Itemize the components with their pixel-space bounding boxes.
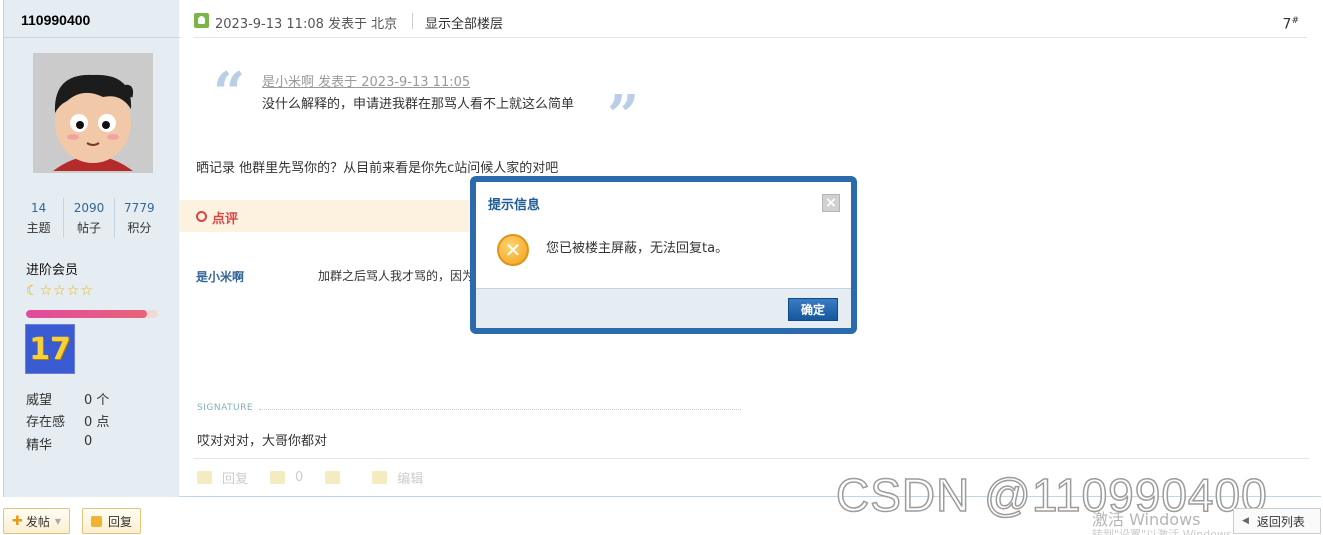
author-sidebar: 110990400 14 主题 2090 帖子 7779 积分 进阶会员 ☾ ☆… [3, 0, 180, 497]
close-button[interactable]: × [822, 194, 840, 212]
author-name[interactable]: 110990400 [21, 12, 90, 28]
reply-label: 回复 [222, 472, 249, 487]
author-stats: 14 主题 2090 帖子 7779 积分 [14, 198, 164, 238]
profile-value: 0 点 [84, 415, 110, 430]
profile-label: 精华 [26, 438, 53, 453]
dialog-title: 提示信息 [488, 198, 541, 213]
like-action[interactable]: 0 [270, 470, 303, 485]
avatar-image [33, 53, 153, 173]
rate-bar: 点评 [179, 200, 479, 232]
star-icon: ☆ [80, 283, 93, 299]
plus-icon: ✚ [12, 513, 23, 529]
like-count: 0 [295, 470, 304, 485]
stat-topics[interactable]: 14 主题 [14, 198, 65, 238]
new-post-button[interactable]: ✚ 发帖 ▼ [3, 508, 71, 534]
dialog-body: 提示信息 × ✕ 您已被楼主屏蔽，无法回复ta。 确定 [476, 182, 851, 328]
edit-label: 编辑 [397, 472, 424, 487]
user-level[interactable]: 进阶会员 [26, 259, 78, 278]
star-icon: ☆ [39, 283, 53, 299]
divider [193, 458, 1309, 459]
profile-presence: 存在感 0 点 [26, 411, 109, 430]
level-progress-fill [26, 310, 148, 318]
pencil-icon [372, 471, 388, 484]
show-all-floors-link[interactable]: 显示全部楼层 [425, 13, 503, 32]
edit-action[interactable]: 编辑 [372, 468, 423, 487]
medal-badge[interactable]: 17 [25, 324, 75, 374]
back-to-list-button[interactable]: ◀ 返回列表 [1233, 508, 1321, 534]
profile-value: 0 [84, 434, 93, 449]
dialog-footer: 确定 [476, 288, 851, 328]
stat-points[interactable]: 7779 积分 [115, 198, 164, 238]
signature-text: 哎对对对，大哥你都对 [197, 434, 328, 449]
post-body: 晒记录 他群里先骂你的？从目前来看是你先c站问候人家的对吧 [196, 161, 559, 176]
reply-action[interactable]: 回复 [197, 468, 248, 487]
stat-label: 积分 [127, 221, 152, 235]
dialog-message: 您已被楼主屏蔽，无法回复ta。 [546, 241, 729, 256]
watermark: CSDN @110990400 [835, 468, 1268, 522]
moon-icon: ☾ [26, 283, 39, 299]
thumbs-down-icon [325, 471, 341, 484]
star-icon: ☆ [53, 283, 66, 299]
error-icon: ✕ [497, 234, 529, 266]
profile-prestige: 威望 0 个 [26, 389, 109, 408]
new-post-label: 发帖 [25, 514, 50, 529]
signature-divider [259, 409, 741, 410]
avatar[interactable] [33, 53, 153, 173]
divider [412, 13, 413, 29]
post-meta: 2023-9-13 11:08 发表于 北京 [215, 17, 398, 32]
dislike-action[interactable] [325, 471, 350, 484]
rate-label: 点评 [212, 212, 239, 227]
stat-value: 2090 [73, 201, 105, 215]
activate-windows-subtext: 转到"设置"以激活 Windows。 [1092, 528, 1243, 535]
quote-text: 没什么解释的，申请进我群在那骂人看不上就这么简单 [262, 97, 575, 112]
back-list-label: 返回列表 [1256, 514, 1305, 529]
reply-icon [197, 471, 212, 484]
quote-author[interactable]: 是小米啊 发表于 2023-9-13 11:05 [262, 71, 470, 90]
stat-label: 帖子 [76, 221, 101, 235]
alert-dialog: 提示信息 × ✕ 您已被楼主屏蔽，无法回复ta。 确定 [470, 176, 857, 334]
stat-value: 14 [31, 201, 47, 215]
comment-user[interactable]: 是小米啊 [196, 268, 244, 285]
signature-label: SIGNATURE [197, 403, 254, 413]
quote-close-icon: ” [607, 83, 640, 149]
stat-label: 主题 [26, 221, 51, 235]
stat-value: 7779 [124, 201, 155, 215]
level-stars: ☾ ☆ ☆ ☆ ☆ [26, 283, 93, 299]
confirm-button[interactable]: 确定 [788, 298, 838, 321]
level-progress-bar [26, 310, 158, 318]
floor-number[interactable]: 7# [1283, 16, 1299, 33]
thumbs-up-icon [270, 471, 286, 484]
quote-open-icon: “ [213, 60, 246, 126]
reply-button-label: 回复 [108, 514, 133, 529]
star-icon: ☆ [66, 283, 80, 299]
floor-suffix: # [1291, 16, 1299, 26]
reply-arrow-icon [91, 515, 102, 527]
comment-text: 加群之后骂人我才骂的，因为 [318, 269, 475, 283]
post-header: 2023-9-13 11:08 发表于 北京 显示全部楼层 7# [193, 0, 1307, 38]
rate-icon [196, 211, 207, 222]
post-actions: 回复 0 编辑 [197, 468, 445, 487]
profile-label: 存在感 [26, 415, 66, 430]
stat-posts[interactable]: 2090 帖子 [64, 198, 115, 238]
profile-label: 威望 [26, 393, 53, 408]
user-icon [194, 13, 209, 28]
profile-digest: 精华 0 [26, 434, 92, 453]
divider [4, 37, 180, 38]
reply-button[interactable]: 回复 [82, 508, 142, 534]
chevron-left-icon: ◀ [1242, 516, 1249, 526]
profile-value: 0 个 [84, 393, 110, 408]
chevron-down-icon: ▼ [54, 516, 62, 526]
